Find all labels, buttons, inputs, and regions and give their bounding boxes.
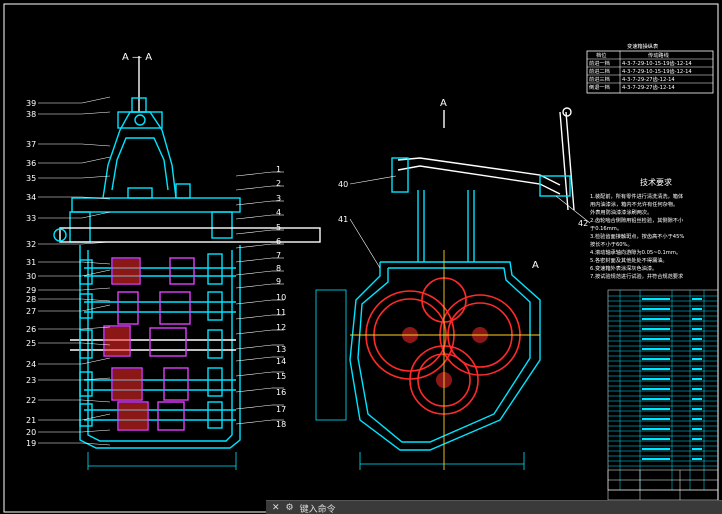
leader-label: 6 — [276, 237, 281, 246]
table-cell: 前进三档 — [589, 75, 610, 83]
leader-label: 9 — [276, 277, 281, 286]
leader-label: 41 — [338, 215, 348, 224]
leader-label: 18 — [276, 420, 286, 429]
table-cell: 4-3-7-29-10-15-19齿-12-14 — [622, 68, 692, 75]
leader-label: 2 — [276, 179, 281, 188]
table-cell: 4-3-7-29-10-15-19齿-12-14 — [622, 60, 692, 67]
tech-line: 外表用防油漆漆涂刷两次。 — [590, 208, 652, 216]
leader-label: 15 — [276, 372, 286, 381]
leader-label: 17 — [276, 405, 286, 414]
leader-label: 24 — [26, 360, 36, 369]
leader-label: 14 — [276, 357, 286, 366]
wrench-icon[interactable]: ⚙ — [286, 503, 294, 513]
leader-label: 5 — [276, 223, 281, 232]
table-cell: 倒退一档 — [589, 83, 610, 91]
leader-label: 31 — [26, 258, 36, 267]
right-view-leaders — [349, 175, 591, 269]
leader-label: 10 — [276, 293, 286, 302]
leader-label: 38 — [26, 110, 36, 119]
section-label-left: A — A — [122, 52, 152, 63]
tech-line: 3.检验齿面接触斑点，按齿高不小于45% — [590, 232, 684, 240]
leader-label: 16 — [276, 388, 286, 397]
leader-label: 21 — [26, 416, 36, 425]
leader-label: 20 — [26, 428, 36, 437]
drawing: A — A A A 变速箱操纵表 档位 传动路线 前进一档 4-3-7-29-1… — [3, 3, 719, 513]
table-cell: 前进一档 — [589, 59, 610, 67]
tech-line: 1.装配前，所有零件进行清洗清洗，箱体 — [590, 192, 684, 200]
leader-label: 30 — [26, 272, 36, 281]
leader-label: 27 — [26, 307, 36, 316]
table-header-route: 传动路线 — [648, 51, 669, 59]
leader-label: 35 — [26, 174, 36, 183]
leader-label: 34 — [26, 193, 36, 202]
tech-line: 4.滚动轴承轴向游隙为0.05~0.1mm。 — [590, 248, 681, 256]
side-view-right — [315, 107, 575, 470]
leader-label: 3 — [276, 194, 281, 203]
leader-label: 40 — [338, 180, 348, 189]
leader-label: 11 — [276, 308, 286, 317]
table-title: 变速箱操纵表 — [627, 42, 659, 50]
leader-label: 1 — [276, 165, 281, 174]
leader-label: 4 — [276, 208, 281, 217]
side-gears — [365, 277, 521, 415]
tech-line: 6.变速箱外表涂深灰色油漆。 — [590, 264, 657, 272]
section-label-right-top: A — [440, 98, 447, 109]
tech-line: 于0.16mm。 — [590, 225, 622, 232]
leader-label: 29 — [26, 286, 36, 295]
leader-label: 25 — [26, 339, 36, 348]
leader-label: 37 — [26, 140, 36, 149]
close-icon[interactable]: ✕ — [272, 503, 280, 513]
tech-line: 7.按试验规范进行试验，并符合规范要求 — [590, 272, 684, 280]
leader-label: 7 — [276, 251, 281, 260]
leader-label: 13 — [276, 345, 286, 354]
left-leaders — [38, 96, 111, 446]
tech-line: 2.齿轮啮合侧隙用铅丝检验，其侧隙不小 — [590, 216, 684, 224]
tech-line: 用内油漆涂，箱内不允许有任何杂物。 — [590, 200, 678, 208]
leader-label: 19 — [26, 439, 36, 448]
leader-label: 33 — [26, 214, 36, 223]
tech-title: 技术要求 — [640, 177, 672, 187]
leader-label: 28 — [26, 295, 36, 304]
tech-line: 5.各密封面及其他处处不得漏油。 — [590, 256, 668, 264]
parts-list — [607, 289, 719, 491]
cad-canvas[interactable]: A — A A A 变速箱操纵表 档位 传动路线 前进一档 4-3-7-29-1… — [0, 0, 722, 514]
leader-label: 12 — [276, 323, 286, 332]
leader-label: 36 — [26, 159, 36, 168]
tech-line: 按长不小于60%。 — [590, 240, 633, 248]
table-cell: 4-3-7-29-27齿-12-14 — [622, 84, 675, 91]
table-cell: 4-3-7-29-27齿-12-14 — [622, 76, 675, 83]
leader-label: 39 — [26, 99, 36, 108]
command-bar[interactable]: ✕ ⚙ 键入命令 — [266, 500, 722, 514]
leader-label: 22 — [26, 396, 36, 405]
technical-requirements: 技术要求 1.装配前，所有零件进行清洗清洗，箱体 用内油漆涂，箱内不允许有任何杂… — [590, 177, 684, 280]
section-label-right-side: A — [532, 260, 539, 271]
leader-label: 8 — [276, 264, 281, 273]
leader-label: 23 — [26, 376, 36, 385]
command-input[interactable]: 键入命令 — [300, 502, 336, 514]
leader-label: 26 — [26, 325, 36, 334]
table-header-gear: 档位 — [596, 51, 606, 59]
table-cell: 前进二档 — [589, 67, 610, 75]
operation-table: 变速箱操纵表 档位 传动路线 前进一档 4-3-7-29-10-15-19齿-1… — [586, 42, 714, 94]
leader-label: 32 — [26, 240, 36, 249]
leader-label: 42 — [578, 219, 588, 228]
